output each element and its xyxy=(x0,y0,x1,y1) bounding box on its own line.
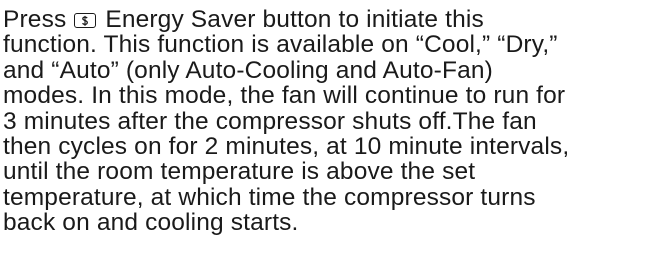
paragraph-line-4: modes. In this mode, the fan will contin… xyxy=(3,82,566,110)
paragraph-line-9: back on and cooling starts. xyxy=(3,209,299,237)
paragraph-line-3: and “Auto” (only Auto-Cooling and Auto-F… xyxy=(3,56,493,84)
paragraph-line-6: then cycles on for 2 minutes, at 10 minu… xyxy=(3,133,570,161)
instruction-paragraph: Press Energy Saver button to initiate th… xyxy=(3,7,663,236)
paragraph-line-1: Press Energy Saver button to initiate th… xyxy=(3,7,663,32)
paragraph-line-8: temperature, at which time the compresso… xyxy=(3,183,536,211)
paragraph-line-2: function. This function is available on … xyxy=(3,31,558,59)
energy-saver-button-icon xyxy=(74,13,97,28)
energy-saver-text: Energy Saver button to initiate this xyxy=(105,6,484,33)
press-text: Press xyxy=(3,6,67,33)
paragraph-line-5: 3 minutes after the compressor shuts off… xyxy=(3,107,537,135)
paragraph-line-7: until the room temperature is above the … xyxy=(3,158,476,186)
